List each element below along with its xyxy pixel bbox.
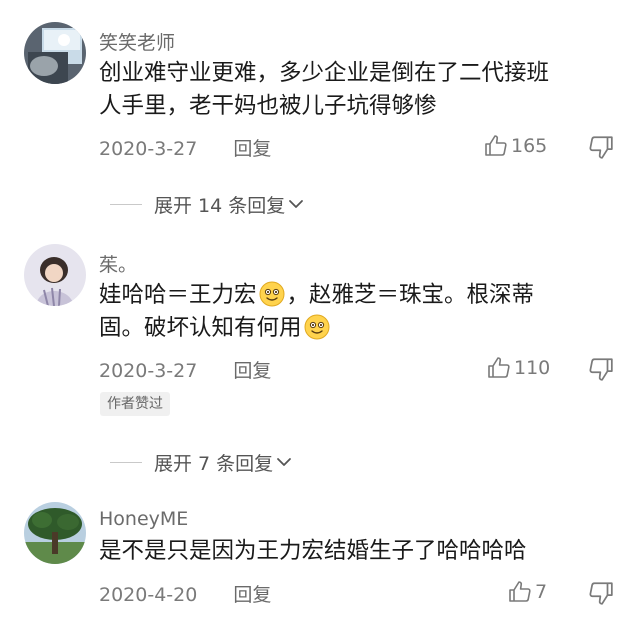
comment-text-line: 是不是只是因为王力宏结婚生子了哈哈哈哈 — [99, 538, 527, 564]
username[interactable]: 茱。 — [99, 250, 137, 277]
thumbs-down-icon — [589, 136, 613, 159]
reply-button[interactable]: 回复 — [233, 580, 271, 607]
username[interactable]: HoneyME — [99, 508, 188, 530]
chevron-down-icon — [289, 200, 304, 208]
expand-replies-button[interactable]: 展开 7 条回复 — [110, 447, 293, 477]
avatar[interactable] — [24, 502, 86, 564]
like-count: 165 — [511, 135, 548, 157]
avatar[interactable] — [24, 244, 86, 306]
expand-replies-label: 展开 14 条回复 — [154, 194, 286, 217]
like-button[interactable]: 110 — [487, 355, 550, 381]
divider — [110, 203, 142, 205]
comment-text-line: 创业难守业更难，多少企业是倒在了二代接班 — [99, 60, 550, 86]
comment-meta: 2020-3-27 回复 — [99, 356, 271, 383]
dislike-button[interactable] — [588, 356, 614, 382]
comment-date: 2020-3-27 — [99, 138, 198, 160]
smiley-emoji-icon — [258, 280, 286, 308]
reply-button[interactable]: 回复 — [233, 356, 271, 383]
thumbs-down-icon — [589, 582, 613, 605]
comment-text: 娃哈哈＝王力宏 ，赵雅芝＝珠宝。根深蒂 固。破坏认知有何用 — [99, 279, 599, 345]
comment-text-line: 人手里，老干妈也被儿子坑得够惨 — [99, 93, 437, 119]
comment-text: 创业难守业更难，多少企业是倒在了二代接班 人手里，老干妈也被儿子坑得够惨 — [99, 57, 599, 123]
like-button[interactable]: 165 — [484, 133, 547, 159]
thumbs-up-icon — [509, 581, 531, 602]
comment-text: 是不是只是因为王力宏结婚生子了哈哈哈哈 — [99, 535, 599, 568]
like-count: 7 — [535, 581, 548, 603]
thumbs-up-icon — [488, 357, 510, 378]
chevron-down-icon — [277, 458, 292, 466]
comment-text-segment: ，赵雅芝＝珠宝。根深蒂 — [286, 282, 535, 308]
avatar[interactable] — [24, 22, 86, 84]
smiley-emoji-icon — [303, 313, 331, 341]
like-count: 110 — [514, 357, 551, 379]
divider — [110, 461, 142, 463]
author-liked-badge: 作者赞过 — [100, 392, 170, 416]
comment-date: 2020-4-20 — [99, 584, 198, 606]
comment-text-segment: 固。破坏认知有何用 — [99, 315, 302, 341]
expand-replies-label: 展开 7 条回复 — [154, 452, 274, 475]
comment-text-line: 娃哈哈＝王力宏 ，赵雅芝＝珠宝。根深蒂 — [99, 279, 599, 312]
thumbs-down-icon — [589, 358, 613, 381]
reply-button[interactable]: 回复 — [233, 134, 271, 161]
comment-text-segment: 娃哈哈＝王力宏 — [99, 282, 257, 308]
dislike-button[interactable] — [588, 580, 614, 606]
expand-replies-button[interactable]: 展开 14 条回复 — [110, 189, 305, 219]
comment-meta: 2020-3-27 回复 — [99, 134, 271, 161]
comment-text-line: 固。破坏认知有何用 — [99, 312, 599, 345]
comment-meta: 2020-4-20 回复 — [99, 580, 271, 607]
dislike-button[interactable] — [588, 134, 614, 160]
username[interactable]: 笑笑老师 — [99, 28, 175, 55]
like-button[interactable]: 7 — [508, 579, 547, 605]
comment-date: 2020-3-27 — [99, 360, 198, 382]
thumbs-up-icon — [485, 135, 507, 156]
